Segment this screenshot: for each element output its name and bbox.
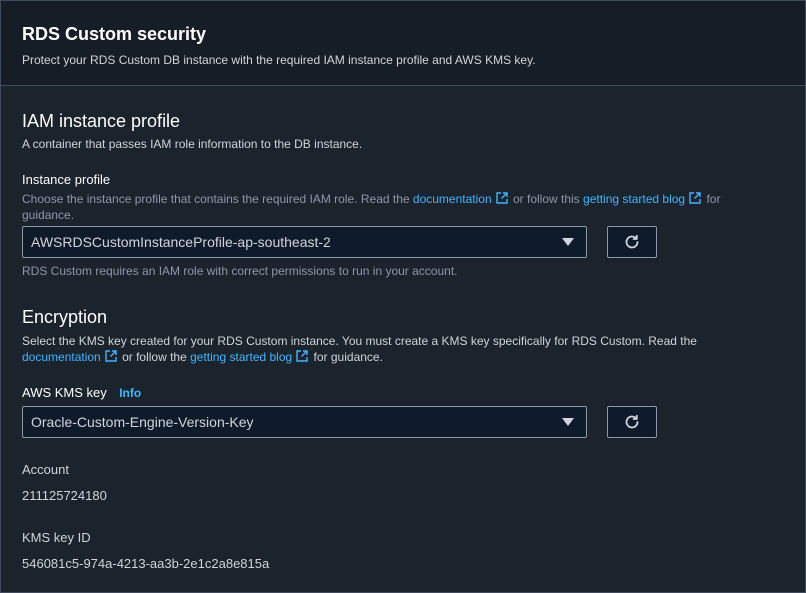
encryption-section-title: Encryption bbox=[22, 307, 108, 327]
panel-title: RDS Custom security bbox=[22, 24, 207, 44]
instance-profile-select[interactable]: AWSRDSCustomInstanceProfile-ap-southeast… bbox=[22, 226, 587, 258]
hint-text-suffix: for bbox=[706, 192, 721, 206]
external-link-icon[interactable] bbox=[105, 350, 117, 362]
kms-key-id-value: 546081c5-974a-4213-aa3b-2e1c2a8e815a bbox=[22, 556, 270, 571]
kms-key-info-link[interactable]: Info bbox=[119, 386, 141, 400]
kms-key-id-label: KMS key ID bbox=[22, 530, 91, 545]
kms-key-select[interactable]: Oracle-Custom-Engine-Version-Key bbox=[22, 406, 587, 438]
rds-custom-security-panel: RDS Custom security Protect your RDS Cus… bbox=[0, 0, 806, 593]
instance-profile-hint: Choose the instance profile that contain… bbox=[22, 191, 785, 223]
encryption-desc-line1: Select the KMS key created for your RDS … bbox=[22, 334, 697, 348]
instance-profile-refresh-button[interactable] bbox=[607, 226, 657, 258]
refresh-icon bbox=[625, 414, 639, 429]
external-link-icon[interactable] bbox=[689, 192, 701, 204]
kms-key-id-detail: KMS key ID 546081c5-974a-4213-aa3b-2e1c2… bbox=[22, 530, 785, 572]
kms-key-refresh-button[interactable] bbox=[607, 406, 657, 438]
hint-text-end: guidance. bbox=[22, 208, 75, 222]
iam-section-description: A container that passes IAM role informa… bbox=[22, 137, 363, 151]
kms-key-field-label-row: AWS KMS key Info bbox=[22, 384, 785, 402]
iam-section-title: IAM instance profile bbox=[22, 111, 181, 131]
account-value: 211125724180 bbox=[22, 488, 107, 503]
documentation-link[interactable]: documentation bbox=[413, 192, 492, 206]
refresh-icon bbox=[625, 234, 639, 249]
caret-down-icon bbox=[562, 238, 574, 246]
caret-down-icon bbox=[562, 418, 574, 426]
panel-header: RDS Custom security Protect your RDS Cus… bbox=[1, 1, 805, 86]
getting-started-blog-link[interactable]: getting started blog bbox=[583, 192, 685, 206]
encryption-desc-middle: or follow the bbox=[122, 350, 187, 364]
instance-profile-field: Instance profile Choose the instance pro… bbox=[22, 172, 785, 223]
iam-section: IAM instance profile A container that pa… bbox=[22, 110, 785, 152]
account-detail: Account 211125724180 bbox=[22, 462, 785, 504]
encryption-description: Select the KMS key created for your RDS … bbox=[22, 333, 785, 365]
hint-text-prefix: Choose the instance profile that contain… bbox=[22, 192, 410, 206]
panel-description: Protect your RDS Custom DB instance with… bbox=[22, 53, 536, 67]
encryption-desc-suffix: for guidance. bbox=[313, 350, 383, 364]
instance-profile-selected-value: AWSRDSCustomInstanceProfile-ap-southeast… bbox=[31, 234, 331, 250]
kms-key-selected-value: Oracle-Custom-Engine-Version-Key bbox=[31, 414, 254, 430]
hint-text-middle: or follow this bbox=[512, 192, 580, 206]
external-link-icon[interactable] bbox=[296, 350, 308, 362]
external-link-icon[interactable] bbox=[495, 192, 508, 204]
encryption-getting-started-blog-link[interactable]: getting started blog bbox=[190, 350, 292, 364]
instance-profile-label: Instance profile bbox=[22, 172, 111, 187]
instance-profile-constraint: RDS Custom requires an IAM role with cor… bbox=[22, 264, 458, 278]
encryption-section: Encryption Select the KMS key created fo… bbox=[22, 306, 785, 365]
account-label: Account bbox=[22, 462, 69, 477]
encryption-documentation-link[interactable]: documentation bbox=[22, 350, 101, 364]
kms-key-label: AWS KMS key bbox=[22, 385, 107, 400]
